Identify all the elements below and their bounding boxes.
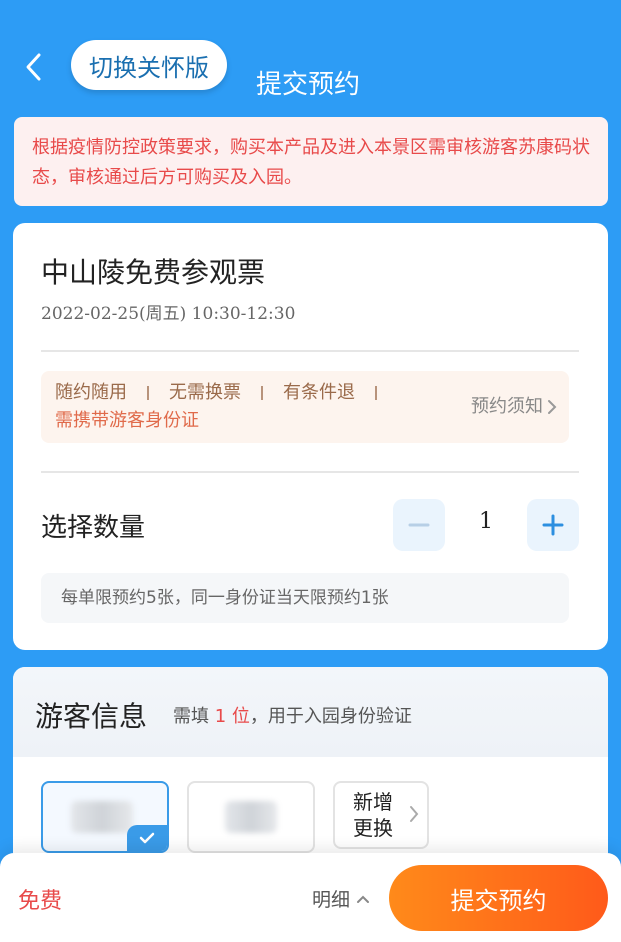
visitor-chip[interactable] <box>187 781 315 853</box>
epidemic-notice: 根据疫情防控政策要求，购买本产品及进入本景区需审核游客苏康码状态，审核通过后方可… <box>14 117 608 206</box>
submit-booking-button[interactable]: 提交预约 <box>389 865 608 931</box>
quantity-limit-note: 每单限预约5张，同一身份证当天限预约1张 <box>41 573 569 623</box>
chevron-right-icon <box>410 806 419 822</box>
add-label: 新增 <box>353 790 393 814</box>
booking-rules-label: 预约须知 <box>471 396 543 417</box>
price-detail-toggle[interactable]: 明细 <box>312 885 370 912</box>
quantity-value: 1 <box>479 509 493 534</box>
page-title: 提交预约 <box>256 70 361 100</box>
divider <box>41 471 579 473</box>
visitor-title: 游客信息 <box>35 700 148 733</box>
visitor-chip-selected[interactable] <box>41 781 169 853</box>
minus-icon <box>408 523 430 527</box>
tag-use-anytime: 随约随用 <box>55 382 127 403</box>
quantity-label: 选择数量 <box>41 513 146 543</box>
quantity-decrease-button[interactable] <box>393 499 445 551</box>
selected-badge <box>127 825 167 851</box>
add-change-visitor-button[interactable]: 新增 更换 <box>333 781 429 849</box>
price-label: 免费 <box>18 889 63 914</box>
visitor-header: 游客信息 需填 1 位，用于入园身份验证 <box>13 667 608 757</box>
plus-icon <box>542 514 564 536</box>
ticket-card: 中山陵免费参观票 2022-02-25(周五) 10:30-12:30 随约随用… <box>13 223 608 650</box>
tag-no-exchange: 无需换票 <box>169 382 241 403</box>
top-header: 切换关怀版 提交预约 <box>0 0 621 118</box>
divider <box>41 350 579 352</box>
ticket-tags: 随约随用 无需换票 有条件退 需携带游客身份证 预约须知 <box>41 371 569 443</box>
blurred-visitor-name <box>71 801 133 833</box>
chevron-right-icon <box>548 400 557 414</box>
visitor-hint-suffix: ，用于入园身份验证 <box>249 706 412 727</box>
care-mode-button[interactable]: 切换关怀版 <box>71 40 227 90</box>
booking-rules-link[interactable]: 预约须知 <box>471 393 557 421</box>
chevron-up-icon <box>357 895 370 903</box>
chevron-left-icon <box>26 53 41 81</box>
tag-conditional-refund: 有条件退 <box>283 382 355 403</box>
detail-label: 明细 <box>312 889 351 911</box>
bottom-bar: 免费 明细 提交预约 <box>0 853 621 942</box>
visitor-hint-prefix: 需填 <box>173 706 209 727</box>
ticket-name: 中山陵免费参观票 <box>41 256 266 289</box>
change-label: 更换 <box>353 816 393 840</box>
tag-separator <box>147 386 149 400</box>
ticket-date: 2022-02-25(周五) 10:30-12:30 <box>41 304 296 324</box>
visitor-hint-count: 1 位 <box>214 706 250 727</box>
visitor-hint: 需填 1 位，用于入园身份验证 <box>173 702 412 728</box>
tag-separator <box>375 386 377 400</box>
check-icon <box>139 832 155 844</box>
tag-separator <box>261 386 263 400</box>
add-change-label: 新增 更换 <box>353 789 393 841</box>
blurred-visitor-name <box>225 801 277 833</box>
back-button[interactable] <box>18 50 48 84</box>
quantity-increase-button[interactable] <box>527 499 579 551</box>
